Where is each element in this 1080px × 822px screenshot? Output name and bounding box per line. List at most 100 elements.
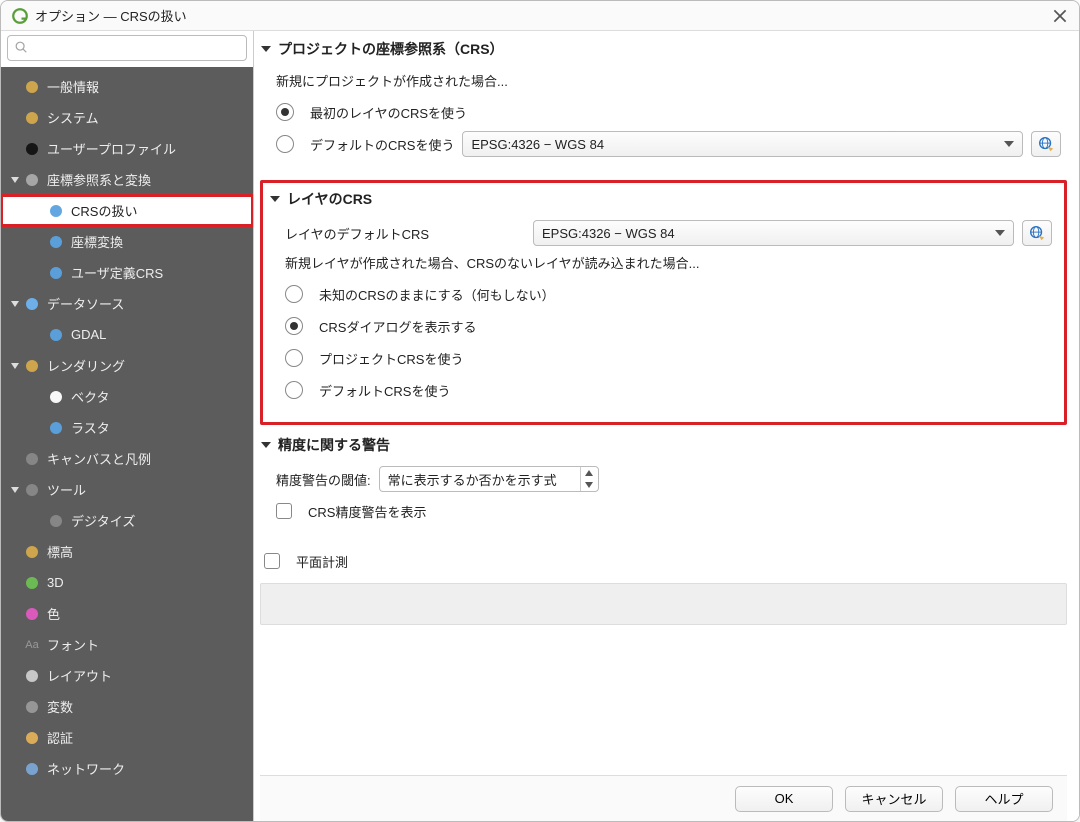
combo-text: EPSG:4326 − WGS 84 xyxy=(471,137,604,152)
tree-expander-icon[interactable] xyxy=(7,485,23,495)
tree-item-icon xyxy=(23,357,41,375)
tree-item-icon xyxy=(47,419,65,437)
sidebar-item-9[interactable]: レンダリング xyxy=(1,350,253,381)
sidebar-item-17[interactable]: 色 xyxy=(1,598,253,629)
group-title: プロジェクトの座標参照系（CRS） xyxy=(278,39,504,59)
sidebar-item-14[interactable]: デジタイズ xyxy=(1,505,253,536)
cancel-button[interactable]: キャンセル xyxy=(845,786,943,812)
tree-item-icon xyxy=(23,543,41,561)
tree-item-label: 認証 xyxy=(47,728,73,747)
sidebar-item-2[interactable]: ユーザープロファイル xyxy=(1,133,253,164)
group-header-project-crs[interactable]: プロジェクトの座標参照系（CRS） xyxy=(260,37,1067,61)
sidebar-item-1[interactable]: システム xyxy=(1,102,253,133)
sidebar-item-22[interactable]: ネットワーク xyxy=(1,753,253,784)
layer-default-crs-label: レイヤのデフォルトCRS xyxy=(285,224,525,243)
group-accuracy: 精度に関する警告 精度警告の閾値: 常に表示するか否かを示す式 xyxy=(260,433,1067,537)
qgis-icon xyxy=(11,7,29,25)
spinner-up[interactable] xyxy=(581,467,598,479)
close-icon[interactable] xyxy=(1051,7,1069,25)
tree-item-label: 3D xyxy=(47,575,64,590)
crs-picker-button[interactable] xyxy=(1022,220,1052,246)
tree-item-icon xyxy=(47,233,65,251)
spinner-text: 常に表示するか否かを示す式 xyxy=(388,470,580,489)
tree-item-label: ベクタ xyxy=(71,387,109,406)
ok-button[interactable]: OK xyxy=(735,786,833,812)
group-header-layer-crs[interactable]: レイヤのCRS xyxy=(269,187,1058,211)
tree-item-label: CRSの扱い xyxy=(71,201,137,220)
crs-picker-button[interactable] xyxy=(1031,131,1061,157)
sidebar-item-20[interactable]: 変数 xyxy=(1,691,253,722)
tree-item-icon xyxy=(47,326,65,344)
tree-item-icon xyxy=(23,698,41,716)
sidebar-item-12[interactable]: キャンバスと凡例 xyxy=(1,443,253,474)
tree-item-label: 座標参照系と変換 xyxy=(47,170,151,189)
combo-text: EPSG:4326 − WGS 84 xyxy=(542,226,675,241)
sidebar-item-3[interactable]: 座標参照系と変換 xyxy=(1,164,253,195)
radio-label: デフォルトCRSを使う xyxy=(319,381,450,400)
tree-item-icon xyxy=(47,388,65,406)
radio-prompt-crs[interactable] xyxy=(285,317,303,335)
radio-row-project[interactable]: プロジェクトCRSを使う xyxy=(285,342,1052,374)
checkbox-label: CRS精度警告を表示 xyxy=(308,502,426,521)
radio-row-leave[interactable]: 未知のCRSのままにする（何もしない） xyxy=(285,278,1052,310)
tree-item-label: フォント xyxy=(47,635,99,654)
accuracy-threshold-spinner[interactable]: 常に表示するか否かを示す式 xyxy=(379,466,599,492)
sidebar-item-21[interactable]: 認証 xyxy=(1,722,253,753)
checkbox-planimetric[interactable] xyxy=(264,553,280,569)
spinner-down[interactable] xyxy=(581,479,598,491)
radio-row-default[interactable]: デフォルトCRSを使う xyxy=(285,374,1052,406)
sidebar-item-11[interactable]: ラスタ xyxy=(1,412,253,443)
tree-item-label: GDAL xyxy=(71,327,106,342)
sidebar-item-7[interactable]: データソース xyxy=(1,288,253,319)
tree-item-label: データソース xyxy=(47,294,124,313)
checkbox-row-show-accuracy[interactable]: CRS精度警告を表示 xyxy=(276,495,1061,527)
radio-use-default-crs[interactable] xyxy=(285,381,303,399)
accuracy-threshold-label: 精度警告の閾値: xyxy=(276,470,371,489)
sidebar-item-15[interactable]: 標高 xyxy=(1,536,253,567)
sidebar-item-18[interactable]: Aa フォント xyxy=(1,629,253,660)
tree-item-icon xyxy=(23,109,41,127)
tree-item-icon xyxy=(23,605,41,623)
options-tree[interactable]: 一般情報システムユーザープロファイル座標参照系と変換 CRSの扱い座標変換ユーザ定… xyxy=(1,67,253,821)
radio-first-layer-crs[interactable] xyxy=(276,103,294,121)
tree-item-icon: Aa xyxy=(23,636,41,654)
tree-item-icon xyxy=(23,760,41,778)
radio-leave-unknown[interactable] xyxy=(285,285,303,303)
tree-item-label: ネットワーク xyxy=(47,759,125,778)
tree-expander-icon[interactable] xyxy=(7,361,23,371)
sidebar-item-8[interactable]: GDAL xyxy=(1,319,253,350)
radio-row-first-layer[interactable]: 最初のレイヤのCRSを使う xyxy=(276,96,1061,128)
checkbox-show-accuracy-warnings[interactable] xyxy=(276,503,292,519)
tree-expander-icon[interactable] xyxy=(7,299,23,309)
combo-project-default-crs[interactable]: EPSG:4326 − WGS 84 xyxy=(462,131,1023,157)
tree-item-label: 標高 xyxy=(47,542,73,561)
project-crs-subtext: 新規にプロジェクトが作成された場合... xyxy=(276,71,1061,90)
tree-item-label: レイアウト xyxy=(47,666,112,685)
radio-use-project-crs[interactable] xyxy=(285,349,303,367)
tree-item-icon xyxy=(23,667,41,685)
sidebar-item-0[interactable]: 一般情報 xyxy=(1,71,253,102)
tree-item-label: 変数 xyxy=(47,697,73,716)
checkbox-row-planimetric[interactable]: 平面計測 xyxy=(260,545,1067,577)
sidebar-item-16[interactable]: 3D xyxy=(1,567,253,598)
tree-expander-icon[interactable] xyxy=(7,175,23,185)
sidebar-item-13[interactable]: ツール xyxy=(1,474,253,505)
group-project-crs: プロジェクトの座標参照系（CRS） 新規にプロジェクトが作成された場合... 最… xyxy=(260,37,1067,170)
help-button[interactable]: ヘルプ xyxy=(955,786,1053,812)
sidebar-item-5[interactable]: 座標変換 xyxy=(1,226,253,257)
chevron-down-icon xyxy=(1004,139,1014,149)
search-icon xyxy=(14,40,32,57)
sidebar-item-10[interactable]: ベクタ xyxy=(1,381,253,412)
highlight-layer-crs: レイヤのCRS レイヤのデフォルトCRS EPSG:4326 − WGS 84 xyxy=(260,180,1067,425)
radio-row-prompt[interactable]: CRSダイアログを表示する xyxy=(285,310,1052,342)
window-title: オプション — CRSの扱い xyxy=(35,6,1051,25)
group-header-accuracy[interactable]: 精度に関する警告 xyxy=(260,433,1067,457)
sidebar-item-19[interactable]: レイアウト xyxy=(1,660,253,691)
radio-row-default-crs[interactable]: デフォルトのCRSを使う EPSG:4326 − WGS 84 xyxy=(276,128,1061,160)
combo-layer-default-crs[interactable]: EPSG:4326 − WGS 84 xyxy=(533,220,1014,246)
sidebar-item-4[interactable]: CRSの扱い xyxy=(1,195,253,226)
sidebar-item-6[interactable]: ユーザ定義CRS xyxy=(1,257,253,288)
content-pane: プロジェクトの座標参照系（CRS） 新規にプロジェクトが作成された場合... 最… xyxy=(254,31,1079,821)
radio-default-crs[interactable] xyxy=(276,135,294,153)
search-input[interactable] xyxy=(32,40,240,57)
